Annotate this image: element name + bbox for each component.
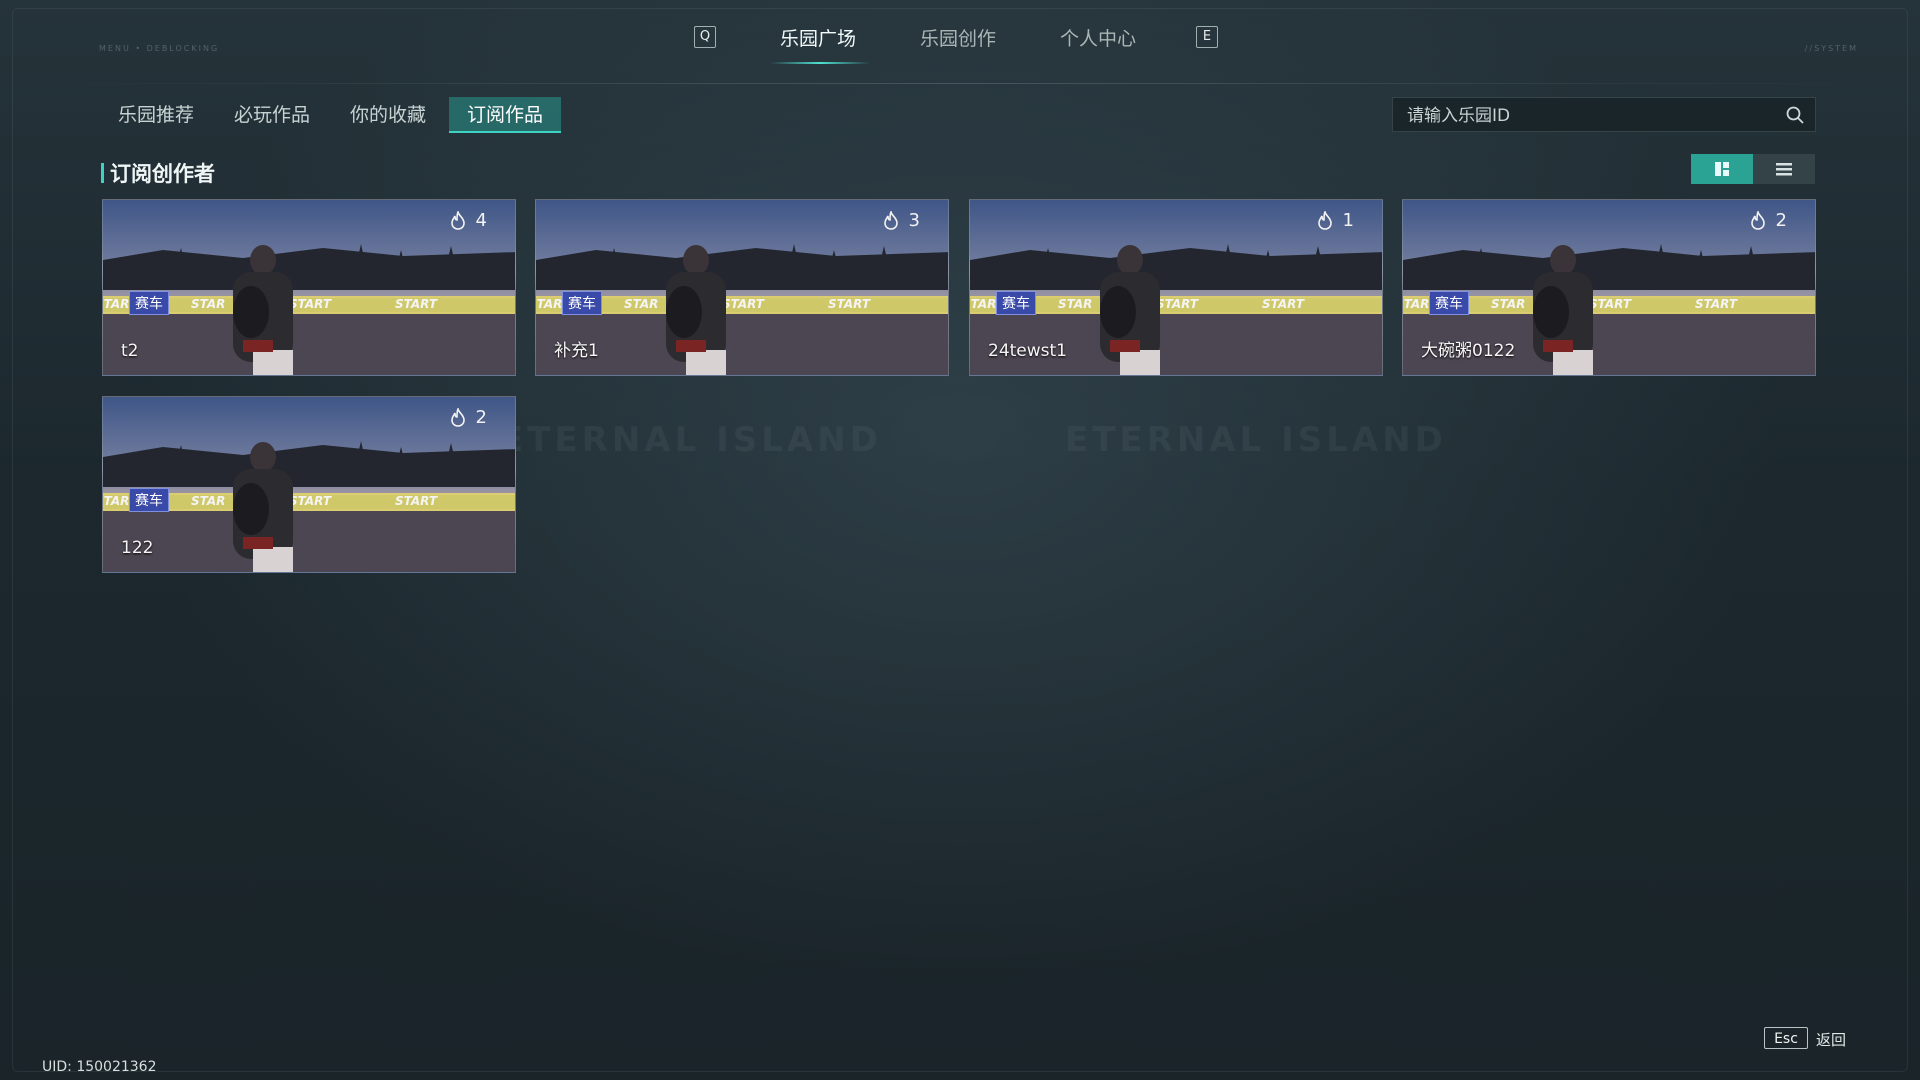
card-title: 大碗粥0122 (1421, 341, 1516, 361)
game-type-tag: 赛车 (1429, 291, 1469, 315)
list-view-button[interactable] (1753, 154, 1815, 184)
search-icon[interactable] (1785, 105, 1805, 125)
flame-icon (450, 408, 465, 427)
heat-value: 2 (475, 407, 487, 428)
svg-text:STAR: STAR (1403, 297, 1429, 311)
svg-text:START: START (289, 297, 332, 311)
heat-count: 4 (450, 210, 487, 231)
prev-tab-key-q[interactable]: Q (694, 26, 716, 48)
svg-text:STAR: STAR (191, 297, 225, 311)
svg-text:STAR: STAR (1058, 297, 1092, 311)
park-id-search (1392, 97, 1816, 133)
subtab-must-play[interactable]: 必玩作品 (216, 97, 328, 133)
card-title: t2 (121, 341, 139, 361)
tab-park-plaza[interactable]: 乐园广场 (780, 24, 856, 51)
svg-text:START: START (1156, 297, 1199, 311)
svg-text:START: START (289, 494, 332, 508)
next-tab-key-e[interactable]: E (1196, 26, 1218, 48)
svg-text:STAR: STAR (191, 494, 225, 508)
svg-text:STAR: STAR (536, 297, 562, 311)
esc-key[interactable]: Esc (1764, 1027, 1808, 1049)
heat-count: 1 (1317, 210, 1354, 231)
heat-count: 3 (883, 210, 920, 231)
creator-card[interactable]: STAR STAR START START 赛车 4 t2 (102, 199, 516, 376)
grid-view-button[interactable] (1691, 154, 1753, 184)
game-type-tag: 赛车 (129, 488, 169, 512)
svg-text:STAR: STAR (103, 297, 129, 311)
watermark-text: ETERNAL ISLAND (500, 420, 882, 460)
search-input[interactable] (1405, 98, 1769, 133)
back-button[interactable]: 返回 (1816, 1029, 1846, 1050)
svg-text:START: START (828, 297, 871, 311)
creator-card[interactable]: STAR STAR START START 赛车 2 122 (102, 396, 516, 573)
section-accent-bar (101, 163, 104, 183)
heat-count: 2 (450, 407, 487, 428)
svg-text:START: START (395, 494, 438, 508)
svg-text:STAR: STAR (103, 494, 129, 508)
flame-icon (1317, 211, 1332, 230)
flame-icon (883, 211, 898, 230)
svg-text:START: START (395, 297, 438, 311)
game-type-tag: 赛车 (996, 291, 1036, 315)
list-view-icon (1776, 163, 1792, 176)
svg-text:START: START (1589, 297, 1632, 311)
card-title: 补充1 (554, 341, 599, 361)
top-navigation: Q 乐园广场 乐园创作 个人中心 E (0, 20, 1920, 84)
creator-card[interactable]: STAR STAR START START 赛车 2 大碗粥0122 (1402, 199, 1816, 376)
section-title: 订阅创作者 (110, 162, 215, 186)
tab-personal-center[interactable]: 个人中心 (1060, 24, 1136, 51)
heat-value: 1 (1342, 210, 1354, 231)
creator-card[interactable]: STAR STAR START START 赛车 1 24tewst1 (969, 199, 1383, 376)
watermark-text: ETERNAL ISLAND (1065, 420, 1447, 460)
view-toggle (1691, 154, 1816, 184)
tab-park-creation[interactable]: 乐园创作 (920, 24, 996, 51)
svg-text:START: START (1695, 297, 1738, 311)
heat-value: 4 (475, 210, 487, 231)
svg-text:STAR: STAR (1491, 297, 1525, 311)
game-type-tag: 赛车 (562, 291, 602, 315)
game-type-tag: 赛车 (129, 291, 169, 315)
grid-view-icon (1715, 162, 1729, 176)
user-uid: UID: 150021362 (42, 1059, 157, 1075)
heat-value: 2 (1775, 210, 1787, 231)
svg-text:START: START (1262, 297, 1305, 311)
subtab-subscribed[interactable]: 订阅作品 (449, 97, 562, 133)
svg-text:STAR: STAR (624, 297, 658, 311)
flame-icon (450, 211, 465, 230)
subtab-favorites[interactable]: 你的收藏 (332, 97, 444, 133)
svg-text:START: START (722, 297, 765, 311)
card-title: 24tewst1 (988, 341, 1067, 361)
card-title: 122 (121, 538, 154, 558)
nav-divider (40, 83, 1880, 84)
flame-icon (1750, 211, 1765, 230)
svg-text:STAR: STAR (970, 297, 996, 311)
heat-count: 2 (1750, 210, 1787, 231)
heat-value: 3 (908, 210, 920, 231)
active-tab-indicator (770, 62, 870, 64)
creator-card[interactable]: STAR STAR START START 赛车 3 补充1 (535, 199, 949, 376)
subtab-recommended[interactable]: 乐园推荐 (100, 97, 212, 133)
